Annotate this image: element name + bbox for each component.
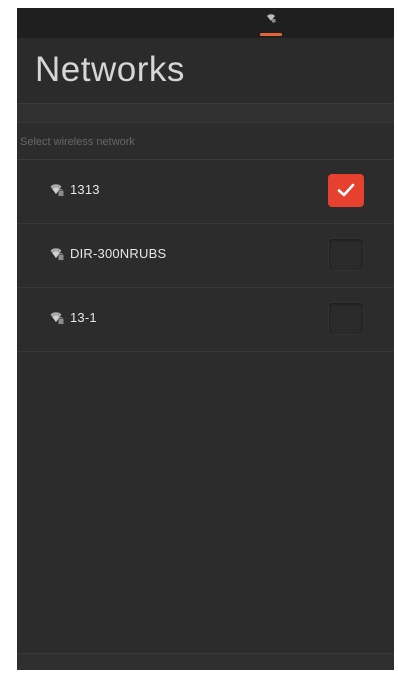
section-header: Select wireless network <box>17 123 394 160</box>
wifi-secure-icon <box>50 248 64 260</box>
wifi-icon <box>267 14 276 23</box>
page-header: Networks <box>17 38 394 104</box>
wifi-secure-icon <box>50 312 64 324</box>
wifi-secure-icon <box>50 184 64 196</box>
page-title: Networks <box>35 50 185 89</box>
device-screen: Networks Select wireless network 1313 DI… <box>17 8 394 670</box>
network-name: 1313 <box>70 182 100 197</box>
network-checkbox-checked[interactable] <box>328 174 364 207</box>
network-name: DIR-300NRUBS <box>70 246 167 261</box>
bottom-edge-bar[interactable] <box>17 653 394 670</box>
section-label: Select wireless network <box>20 136 135 148</box>
network-row-1313[interactable]: 1313 <box>17 160 394 224</box>
network-name: 13-1 <box>70 310 97 325</box>
network-row-dir-300nrubs[interactable]: DIR-300NRUBS <box>17 224 394 288</box>
network-indicator[interactable] <box>258 11 284 38</box>
network-checkbox-unchecked[interactable] <box>328 238 364 271</box>
network-list: 1313 DIR-300NRUBS 13-1 <box>17 160 394 352</box>
status-bar <box>17 8 394 38</box>
network-row-13-1[interactable]: 13-1 <box>17 288 394 352</box>
checkmark-icon <box>337 183 355 197</box>
header-divider-band <box>17 104 394 123</box>
active-indicator-underline <box>260 33 282 36</box>
network-checkbox-unchecked[interactable] <box>328 302 364 335</box>
